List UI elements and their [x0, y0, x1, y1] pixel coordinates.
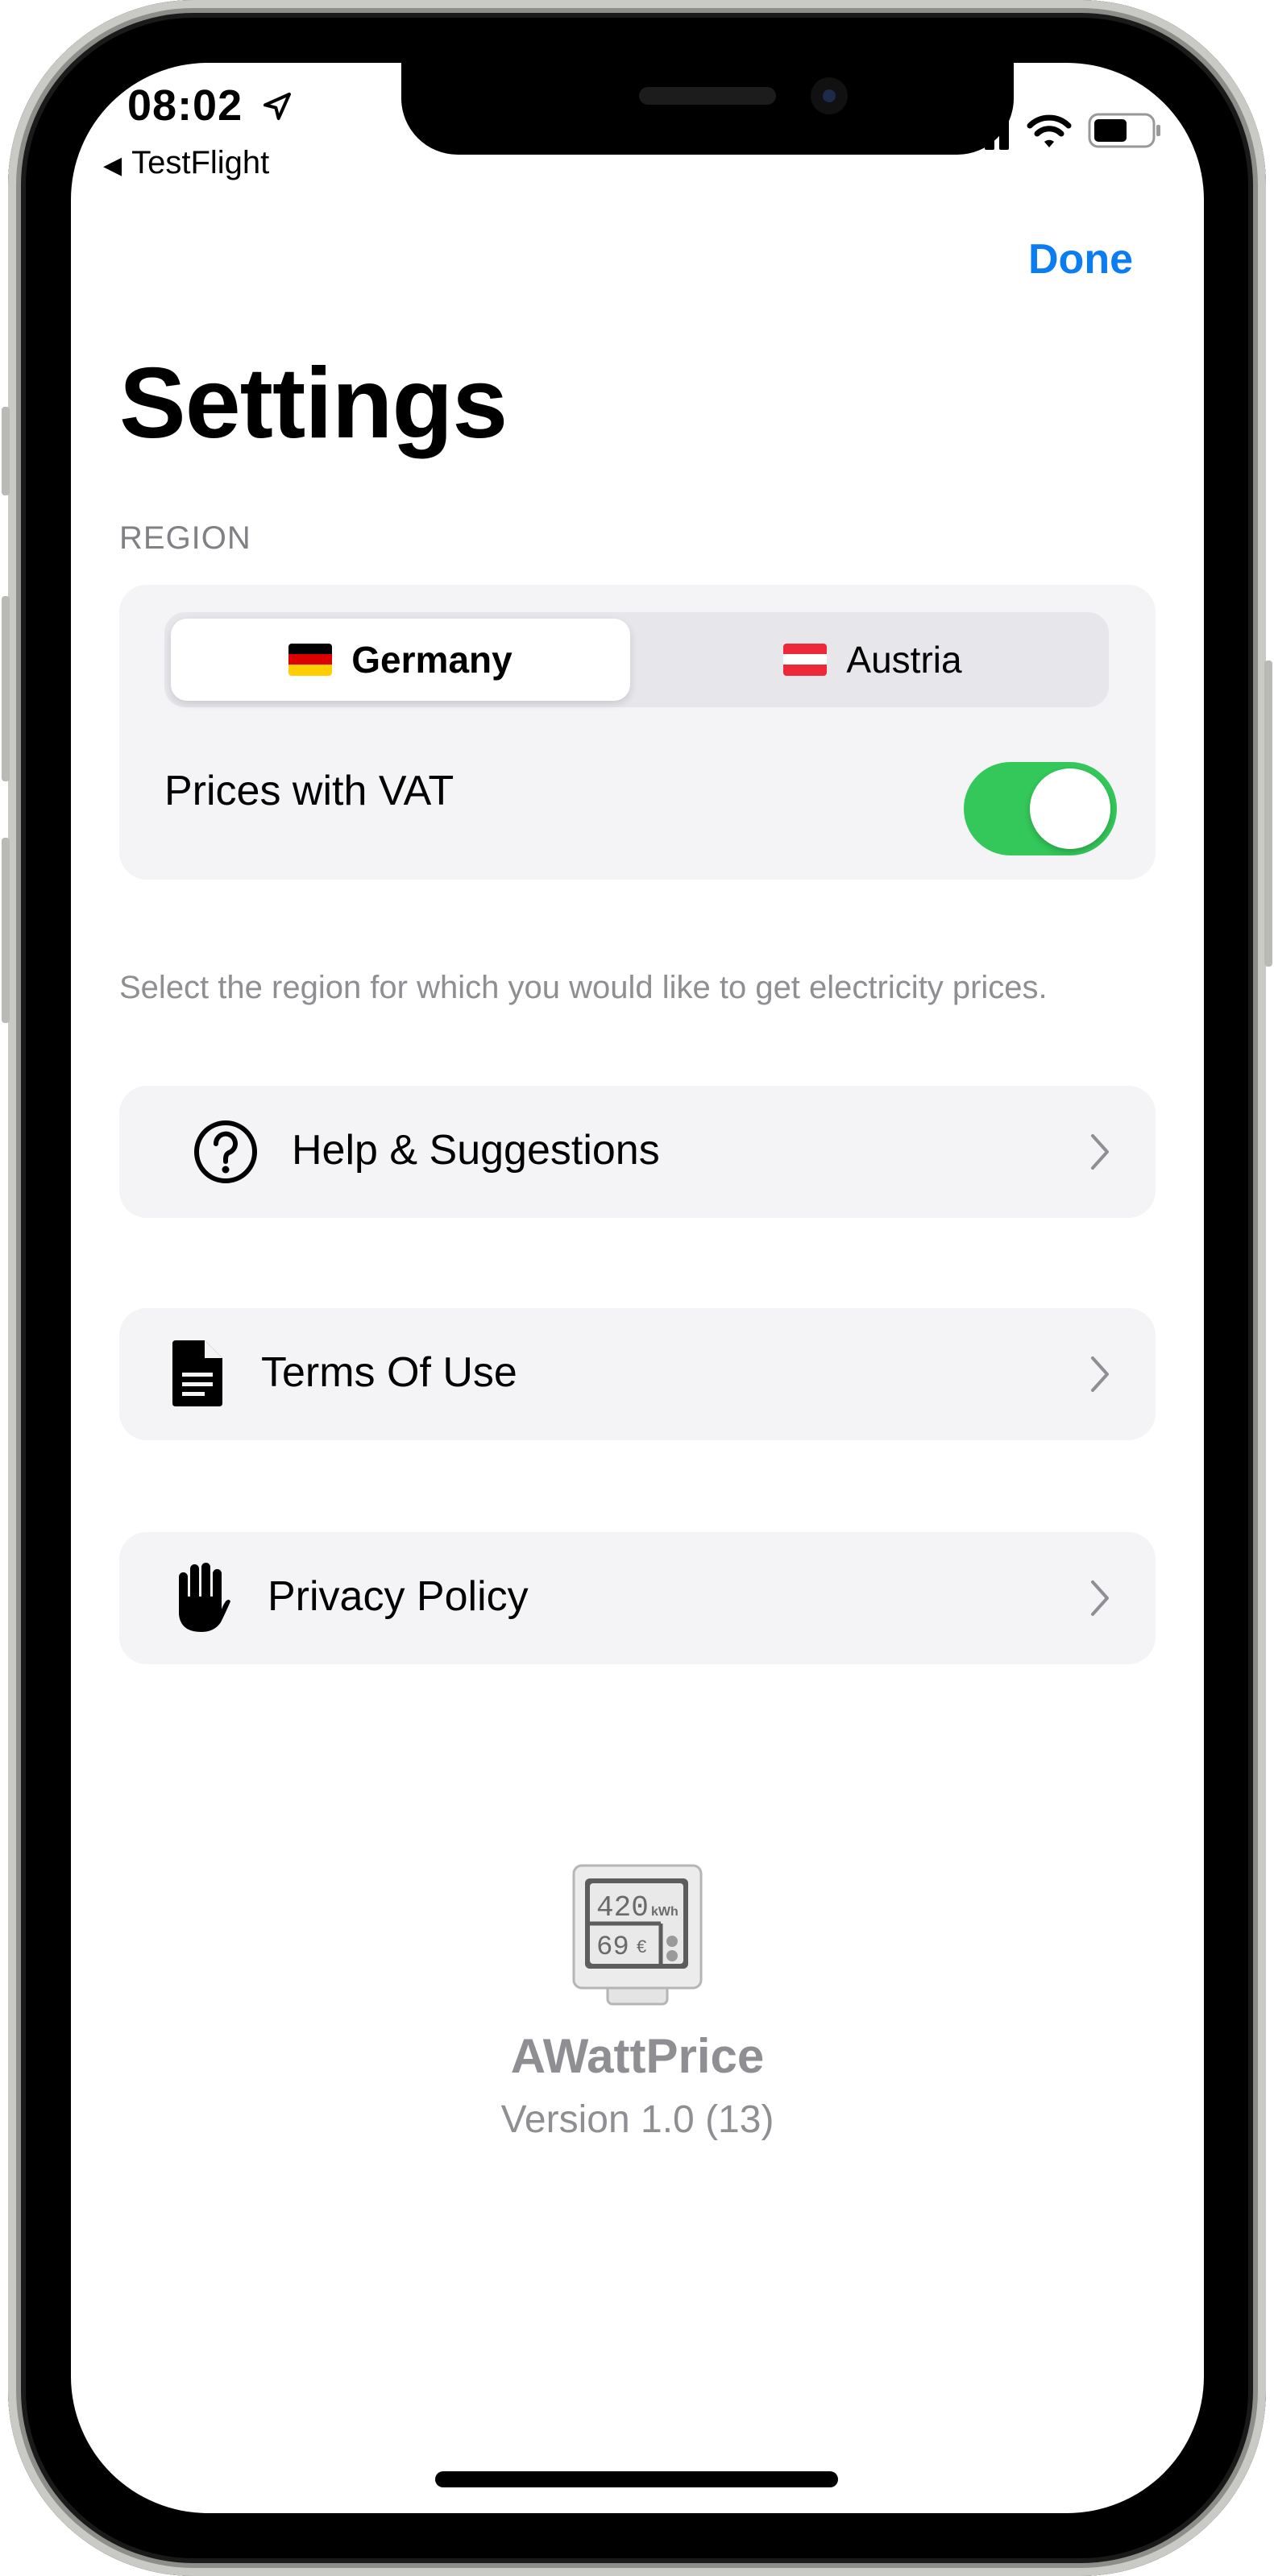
help-suggestions-row[interactable]: Help & Suggestions: [119, 1086, 1156, 1218]
home-indicator[interactable]: [435, 2471, 838, 2487]
volume-up-button: [2, 596, 10, 781]
speaker: [639, 87, 776, 105]
document-icon: [172, 1340, 222, 1406]
power-button: [1264, 661, 1272, 967]
battery-icon: [1088, 113, 1160, 148]
terms-of-use-row[interactable]: Terms Of Use: [119, 1308, 1156, 1440]
meter-top-unit: kWh: [651, 1905, 678, 1919]
region-option-label: Austria: [846, 639, 962, 681]
back-triangle-icon: ◀: [103, 152, 122, 179]
wifi-icon: [1027, 114, 1072, 147]
chevron-right-icon: [1091, 1134, 1109, 1170]
region-footer-note: Select the region for which you would li…: [119, 970, 1048, 1005]
region-option-austria[interactable]: Austria: [643, 619, 1102, 701]
camera: [811, 77, 848, 114]
vat-toggle-label: Prices with VAT: [164, 768, 454, 814]
region-option-label: Germany: [351, 639, 513, 681]
toggle-knob: [1030, 768, 1110, 849]
region-card: Germany Austria Prices with VAT: [119, 585, 1156, 880]
action-button: [2, 407, 10, 495]
chevron-right-icon: [1091, 1356, 1109, 1392]
cellular-signal-icon: [956, 114, 1009, 150]
hand-raised-icon: [179, 1563, 230, 1632]
status-time: 08:02: [127, 81, 243, 130]
region-section-header: REGION: [119, 520, 251, 556]
page-title: Settings: [119, 348, 508, 459]
location-arrow-icon: [264, 93, 291, 120]
privacy-policy-label: Privacy Policy: [268, 1573, 529, 1620]
back-to-app-link[interactable]: ◀ TestFlight: [103, 145, 269, 181]
region-option-germany[interactable]: Germany: [171, 619, 630, 701]
vat-toggle[interactable]: [964, 762, 1117, 855]
meter-bottom-unit: €: [637, 1936, 646, 1957]
austria-flag-icon: [783, 644, 828, 676]
region-segmented-control: Germany Austria: [164, 612, 1109, 707]
app-name: AWattPrice: [510, 2029, 765, 2083]
terms-of-use-label: Terms Of Use: [261, 1349, 517, 1396]
help-suggestions-label: Help & Suggestions: [292, 1127, 660, 1174]
chevron-right-icon: [1091, 1580, 1109, 1616]
meter-bottom-value: 69: [596, 1932, 629, 1963]
volume-down-button: [2, 838, 10, 1023]
screen: 08:02 ◀ TestFlight Done Settings REGION: [71, 63, 1204, 2513]
privacy-policy-row[interactable]: Privacy Policy: [119, 1532, 1156, 1664]
back-app-label: TestFlight: [131, 145, 270, 180]
electricity-meter-app-icon: 420 kWh 69 €: [572, 1864, 703, 2006]
notch: [401, 63, 1014, 155]
done-button[interactable]: Done: [1028, 235, 1133, 284]
question-circle-icon: [194, 1120, 257, 1183]
meter-top-value: 420: [596, 1891, 649, 1924]
germany-flag-icon: [288, 644, 333, 676]
app-version: Version 1.0 (13): [500, 2098, 774, 2141]
